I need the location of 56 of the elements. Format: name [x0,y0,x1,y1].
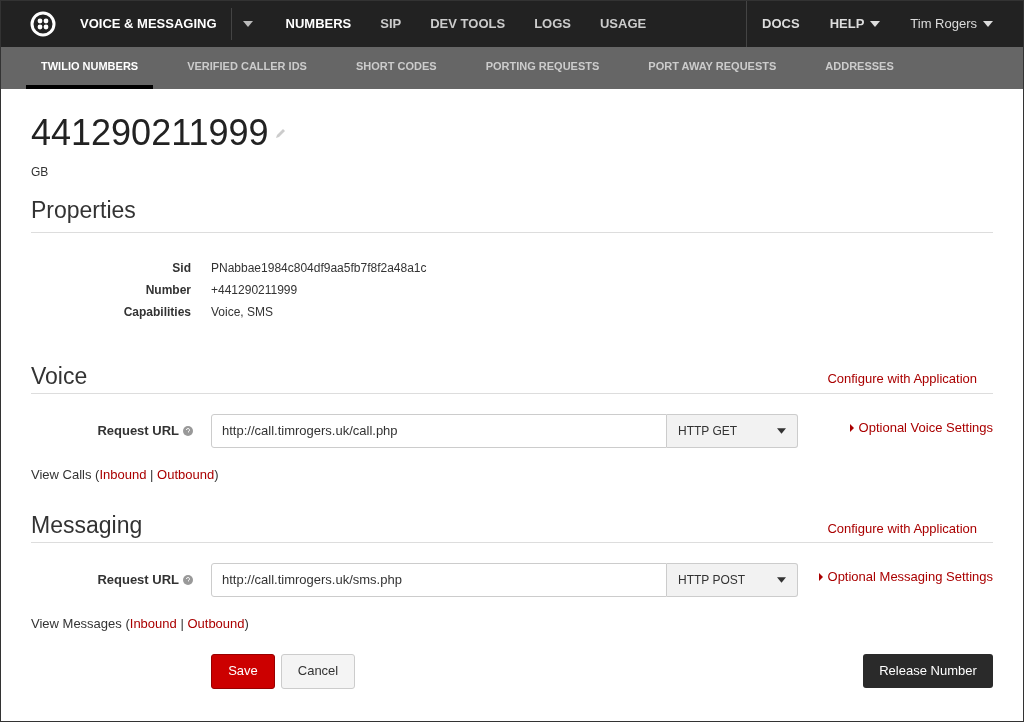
save-button[interactable]: Save [211,653,275,689]
caret-icon [777,577,786,583]
outbound-link[interactable]: Outbound [187,616,245,631]
pencil-icon[interactable] [274,127,287,139]
triangle-icon [818,573,823,581]
nav-tab[interactable]: USAGE [589,1,657,47]
view-log-text: View Calls (Inbound | Outbound) [31,465,220,484]
caret-icon [241,21,254,27]
triangle-icon [849,423,854,432]
property-value: PNabbae1984c804df9aa5fb7f8f2a48a1c [211,259,428,277]
optional-settings-link[interactable]: Optional Voice Settings [849,417,993,438]
method-select[interactable]: HTTP POST [667,563,798,597]
nav-tab[interactable]: LOGS [524,1,581,47]
section-heading: Messaging [31,512,143,538]
nav-tab[interactable]: SIP [370,1,412,47]
inbound-link[interactable]: Inbound [99,466,147,482]
release-number-button[interactable]: Release Number [863,654,993,688]
inbound-link[interactable]: Inbound [129,616,177,631]
request-url-label: Request URL [96,571,179,590]
caret-icon [870,21,881,27]
method-select[interactable]: HTTP GET [667,413,798,448]
number-title: 441290211999 [31,113,269,153]
help-icon[interactable] [183,425,193,436]
sub-nav-tab[interactable]: ADDRESSES [810,47,909,89]
url-field[interactable]: http://call.timrogers.uk/call.php [211,413,667,448]
nav-tab[interactable]: DEV TOOLS [420,1,516,47]
view-log-text: View Messages (Inbound | Outbound) [31,615,250,633]
country-code: GB [31,164,50,181]
property-label: Capabilities [122,303,191,321]
optional-settings-link[interactable]: Optional Messaging Settings [818,567,993,587]
nav-link[interactable]: DOCS [747,1,815,47]
property-label: Number [144,281,191,299]
cancel-button[interactable]: Cancel [281,653,355,689]
section-heading: Voice [31,362,88,389]
sub-nav-tab[interactable]: VERIFIED CALLER IDS [172,47,322,89]
sub-nav-tab[interactable]: TWILIO NUMBERS [26,47,154,89]
configure-link[interactable]: Configure with Application [827,518,977,538]
caret-icon [983,21,993,27]
sub-nav-tab[interactable]: PORT AWAY REQUESTS [633,47,792,89]
sub-nav-tab[interactable]: SHORT CODES [340,47,452,89]
property-value: Voice, SMS [211,303,275,321]
logo-icon[interactable] [30,11,56,37]
nav-link[interactable]: HELP [814,1,896,47]
sub-nav-tab[interactable]: PORTING REQUESTS [470,47,615,89]
nav-tab[interactable]: NUMBERS [275,1,362,47]
help-icon[interactable] [183,575,193,585]
configure-link[interactable]: Configure with Application [827,369,977,389]
request-url-label: Request URL [96,421,179,440]
outbound-link[interactable]: Outbound [157,466,215,482]
caret-icon [777,427,786,434]
property-value: +441290211999 [211,281,299,299]
section-heading: Properties [31,193,993,233]
nav-link[interactable]: Tim Rogers [895,1,1008,47]
url-field[interactable]: http://call.timrogers.uk/sms.php [211,563,667,597]
property-label: Sid [171,259,191,277]
product-menu[interactable]: VOICE & MESSAGING [80,14,217,34]
